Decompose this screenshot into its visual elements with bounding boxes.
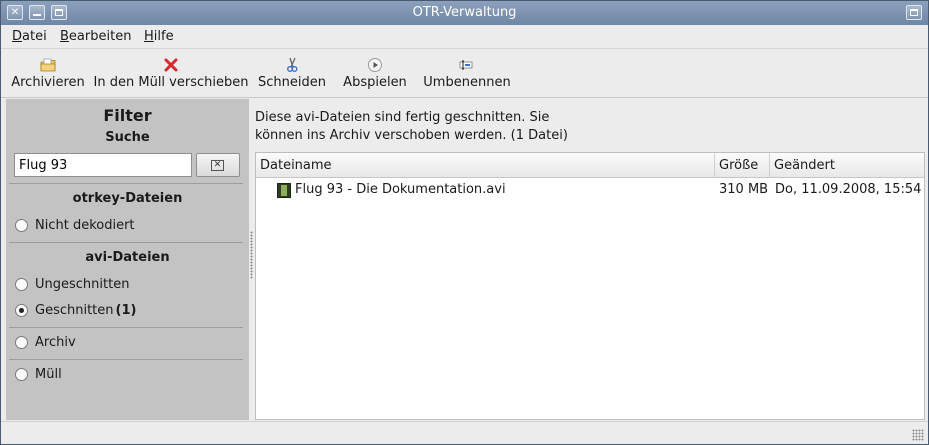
radio-button-selected[interactable] (15, 304, 28, 317)
radio-button[interactable] (15, 368, 28, 381)
red-x-trash-icon (164, 58, 178, 72)
resize-grip-icon[interactable] (912, 429, 924, 441)
cell-filename: Flug 93 - Die Dokumentation.avi (295, 182, 506, 197)
play-icon (368, 58, 382, 72)
move-to-trash-label: In den Müll verschieben (93, 75, 249, 90)
filter-title: Filter (103, 106, 152, 125)
filter-sidebar: Filter Suche ✕ otrkey-Dateien Nicht deko… (6, 99, 249, 420)
toolbar: Archivieren In den Müll verschieben Schn… (1, 50, 928, 98)
menu-bearbeiten[interactable]: Bearbeiten (60, 29, 131, 44)
column-header-dateiname[interactable]: Dateiname (256, 153, 715, 178)
window-title: OTR-Verwaltung (412, 5, 517, 20)
info-text: Diese avi-Dateien sind fertig geschnitte… (255, 110, 568, 143)
separator (9, 183, 243, 184)
archivieren-button[interactable]: Archivieren (9, 50, 87, 96)
schneiden-button[interactable]: Schneiden (256, 50, 328, 96)
menu-datei[interactable]: Datei (12, 29, 47, 44)
radio-label: Nicht dekodiert (35, 218, 135, 233)
column-header-bar: Dateiname Größe Geändert (256, 153, 924, 178)
radio-label: Geschnitten (1) (35, 303, 137, 318)
radio-button[interactable] (15, 278, 28, 291)
column-header-geaendert[interactable]: Geändert (770, 153, 924, 178)
archive-folder-icon (40, 58, 56, 72)
status-bar (1, 421, 928, 444)
title-bar[interactable]: ✕ OTR-Verwaltung (1, 1, 928, 25)
menu-bar: Datei Bearbeiten Hilfe (1, 25, 928, 49)
move-to-trash-button[interactable]: In den Müll verschieben (93, 50, 249, 96)
schneiden-label: Schneiden (258, 75, 326, 90)
count-badge: (1) (115, 303, 137, 318)
radio-label: Müll (35, 367, 62, 382)
radio-button[interactable] (15, 336, 28, 349)
umbenennen-button[interactable]: Umbenennen (420, 50, 514, 96)
radio-button[interactable] (15, 219, 28, 232)
rename-icon (459, 60, 473, 70)
search-input[interactable] (14, 153, 192, 177)
window-menu-icon (910, 9, 918, 16)
archivieren-label: Archivieren (11, 75, 85, 90)
cell-modified: Do, 11.09.2008, 15:54 (775, 182, 922, 197)
otrkey-heading: otrkey-Dateien (72, 191, 183, 206)
radio-label: Archiv (35, 335, 76, 350)
separator (9, 242, 243, 243)
clear-icon: ✕ (211, 160, 224, 171)
pane-resize-handle[interactable] (250, 231, 253, 279)
abspielen-button[interactable]: Abspielen (340, 50, 410, 96)
film-icon (277, 183, 291, 198)
window-menu-button[interactable] (906, 5, 922, 20)
clear-search-button[interactable]: ✕ (196, 153, 240, 177)
separator (9, 327, 243, 328)
app-window: ✕ OTR-Verwaltung Datei Bearbeiten Hilfe … (0, 0, 929, 445)
file-list: Dateiname Größe Geändert Flug 93 - Die D… (255, 152, 925, 420)
scissors-icon (287, 57, 298, 72)
column-header-groesse[interactable]: Größe (715, 153, 770, 178)
umbenennen-label: Umbenennen (423, 75, 511, 90)
menu-hilfe[interactable]: Hilfe (144, 29, 174, 44)
avi-heading: avi-Dateien (85, 250, 170, 265)
cell-size: 310 MB (719, 182, 769, 197)
separator (9, 359, 243, 360)
abspielen-label: Abspielen (343, 75, 407, 90)
search-heading: Suche (105, 130, 150, 145)
radio-label: Ungeschnitten (35, 277, 130, 292)
table-row[interactable]: Flug 93 - Die Dokumentation.avi 310 MB D… (256, 179, 924, 201)
